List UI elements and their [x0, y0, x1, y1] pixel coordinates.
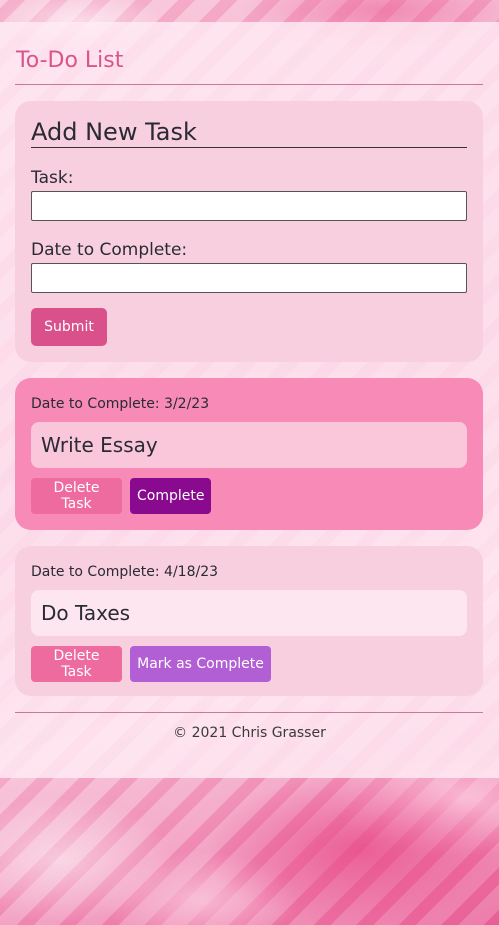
submit-button[interactable]: Submit: [31, 308, 107, 346]
add-task-form: Add New Task Task: Date to Complete: Sub…: [15, 101, 483, 362]
task-input[interactable]: [31, 191, 467, 221]
task-name: Write Essay: [31, 422, 467, 468]
form-title-divider: [31, 147, 467, 148]
form-title: Add New Task: [31, 118, 197, 146]
task-name: Do Taxes: [31, 590, 467, 636]
delete-task-button[interactable]: Delete Task: [31, 478, 122, 514]
task-label: Task:: [31, 168, 74, 188]
footer-copyright: © 2021 Chris Grasser: [173, 725, 326, 741]
mark-complete-button[interactable]: Mark as Complete: [130, 646, 271, 682]
date-input[interactable]: [31, 263, 467, 293]
app-container: To-Do List Add New Task Task: Date to Co…: [0, 22, 499, 778]
date-label: Date to Complete:: [31, 240, 188, 260]
delete-task-button[interactable]: Delete Task: [31, 646, 122, 682]
app-title: To-Do List: [16, 48, 124, 73]
title-divider: [15, 84, 483, 85]
task-card: Date to Complete: 4/18/23 Do Taxes Delet…: [15, 546, 483, 696]
complete-button[interactable]: Complete: [130, 478, 211, 514]
task-card: Date to Complete: 3/2/23 Write Essay Del…: [15, 378, 483, 530]
task-date: Date to Complete: 3/2/23: [31, 396, 210, 412]
footer-divider: [15, 712, 483, 713]
task-date: Date to Complete: 4/18/23: [31, 564, 219, 580]
